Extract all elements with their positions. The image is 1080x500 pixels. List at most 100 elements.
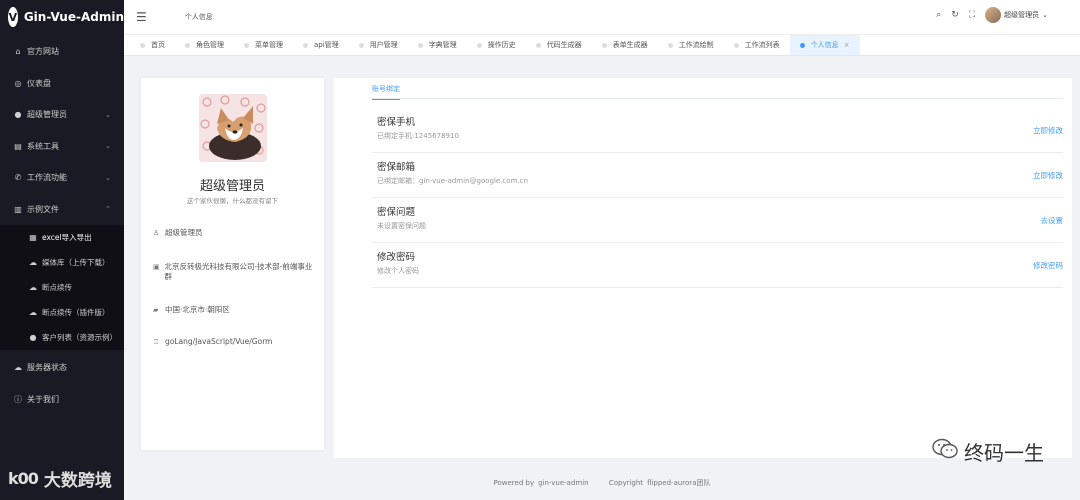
profile-skills-row: ♖ goLang/JavaScript/Vue/Gorm	[153, 337, 313, 347]
modify-phone-link[interactable]: 立即修改	[1033, 125, 1063, 136]
sidebar-item-label: 关于我们	[27, 394, 59, 404]
chevron-up-icon: ⌃	[105, 205, 111, 214]
sidebar-item-super-admin[interactable]: ● 超级管理员 ⌄	[0, 99, 124, 131]
sidebar-item-label: 官方网站	[27, 47, 59, 57]
dashboard-icon: ◎	[14, 78, 22, 88]
customer-icon: ●	[29, 333, 37, 342]
security-item-question: 密保问题 未设置密保问题 去设置	[372, 198, 1063, 243]
tab-operation-history[interactable]: 操作历史	[467, 35, 526, 55]
tab-user-management[interactable]: 用户管理	[349, 35, 408, 55]
sidebar-subitem-resume-upload-plugin[interactable]: ☁ 断点续传（插件版）	[0, 300, 124, 325]
sidebar-submenu-examples: ▦ excel导入导出 ☁ 媒体库（上传下载） ☁ 断点续传 ☁ 断点续传（插件…	[0, 225, 124, 350]
sidebar-menu-bottom: ☁ 服务器状态 ⓘ 关于我们	[0, 352, 124, 415]
profile-skills-text: goLang/JavaScript/Vue/Gorm	[165, 337, 273, 346]
tab-role-management[interactable]: 角色管理	[175, 35, 234, 55]
sidebar-item-label: excel导入导出	[42, 233, 92, 242]
sidebar-item-official-site[interactable]: ⌂ 官方网站	[0, 36, 124, 68]
change-password-link[interactable]: 修改密码	[1033, 260, 1063, 271]
profile-role-text: 超级管理员	[165, 228, 203, 237]
footer-copyright-label: Copyright	[608, 479, 644, 487]
sidebar-item-server-status[interactable]: ☁ 服务器状态	[0, 352, 124, 384]
tab-dot-icon	[185, 42, 190, 48]
security-item-phone: 密保手机 已绑定手机:1245678910 立即修改	[372, 108, 1063, 153]
profile-card: 超级管理员 这个家伙很懒，什么都没有留下 ♙ 超级管理员 ▣ 北京反转极光科技有…	[141, 78, 324, 450]
wechat-icon	[932, 438, 958, 465]
watermark-right-text: 终码一生	[964, 441, 1044, 465]
tab-dot-icon	[667, 42, 673, 48]
tab-dot-icon	[140, 42, 145, 48]
sidebar-subitem-resume-upload[interactable]: ☁ 断点续传	[0, 275, 124, 300]
tab-menu-management[interactable]: 菜单管理	[234, 35, 293, 55]
phone-icon: ✆	[14, 173, 22, 183]
fullscreen-icon[interactable]: ⛶	[969, 10, 975, 20]
security-item-desc: 已绑定邮箱：gin-vue-admin@google.com.cn	[377, 177, 528, 185]
info-icon: ⓘ	[14, 394, 22, 404]
sidebar-item-label: 断点续传（插件版）	[42, 308, 110, 317]
chevron-down-icon: ⌄	[105, 110, 111, 119]
brand[interactable]: V Gin-Vue-Admin	[0, 0, 124, 34]
corgi-avatar-image	[199, 94, 267, 162]
tab-workflow-list[interactable]: 工作流列表	[724, 35, 790, 55]
modify-email-link[interactable]: 立即修改	[1033, 170, 1063, 181]
watermark-left: k00 大数跨境	[8, 466, 112, 491]
location-icon: ▰	[153, 306, 159, 314]
tab-code-generator[interactable]: 代码生成器	[526, 35, 592, 55]
tab-workflow-draw[interactable]: 工作流绘制	[658, 35, 724, 55]
home-icon: ⌂	[15, 47, 21, 57]
sidebar-item-system-tools[interactable]: ▤ 系统工具 ⌄	[0, 131, 124, 163]
sidebar-subitem-media-library[interactable]: ☁ 媒体库（上传下载）	[0, 250, 124, 275]
history-tabs: 首页 角色管理 菜单管理 api管理 用户管理 字典管理 操作历史 代码生成器 …	[124, 34, 1080, 56]
tab-dictionary-management[interactable]: 字典管理	[408, 35, 467, 55]
sidebar-subitem-customer-list[interactable]: ● 客户列表（资源示例）	[0, 325, 124, 350]
profile-avatar[interactable]	[199, 94, 267, 162]
user-icon: ●	[14, 110, 22, 120]
security-item-password: 修改密码 修改个人密码 修改密码	[372, 243, 1063, 288]
tab-form-generator[interactable]: 表单生成器	[592, 35, 658, 55]
sidebar: V Gin-Vue-Admin ⌂ 官方网站 ◎ 仪表盘 ● 超级管理员 ⌄ ▤…	[0, 0, 124, 500]
toolbox-icon: ▤	[14, 141, 22, 151]
tab-home[interactable]: 首页	[130, 35, 175, 55]
plugin-upload-icon: ☁	[29, 308, 37, 317]
tab-api-management[interactable]: api管理	[293, 35, 349, 55]
sidebar-item-dashboard[interactable]: ◎ 仪表盘	[0, 68, 124, 100]
close-icon[interactable]: ×	[844, 41, 850, 49]
sidebar-item-workflow[interactable]: ✆ 工作流功能 ⌄	[0, 162, 124, 194]
sidebar-item-examples[interactable]: ▥ 示例文件 ⌃	[0, 194, 124, 226]
watermark-logo-icon: k00	[8, 469, 39, 488]
footer-copyright-link[interactable]: flipped-aurora团队	[647, 479, 710, 487]
profile-location-row: ▰ 中国·北京市·朝阳区	[153, 305, 313, 315]
footer-powered-label: Powered by	[493, 479, 535, 487]
sidebar-item-label: 仪表盘	[27, 78, 51, 88]
sidebar-item-label: 断点续传	[42, 283, 72, 292]
security-item-title: 密保问题	[377, 207, 416, 218]
medal-icon: ♖	[153, 338, 160, 346]
search-icon[interactable]: ⌕	[936, 10, 941, 20]
footer: Powered by gin-vue-admin Copyright flipped…	[124, 478, 1080, 488]
tab-personal-info[interactable]: 个人信息 ×	[789, 35, 860, 55]
header-actions: ⌕ ↻ ⛶ 超级管理员 ⌄	[936, 7, 1048, 23]
chevron-down-icon: ⌄	[105, 142, 111, 151]
chevron-down-icon: ⌄	[105, 173, 111, 182]
refresh-icon[interactable]: ↻	[951, 10, 959, 20]
sidebar-item-label: 系统工具	[27, 141, 59, 151]
menu-toggle-icon[interactable]: ☰	[136, 10, 147, 24]
sidebar-item-label: 服务器状态	[27, 363, 67, 373]
profile-company-row: ▣ 北京反转极光科技有限公司-技术部-前端事业群	[153, 262, 313, 282]
sidebar-item-label: 示例文件	[27, 204, 59, 214]
sidebar-item-label: 媒体库（上传下载）	[42, 258, 110, 267]
profile-name: 超级管理员	[199, 179, 265, 194]
user-dropdown[interactable]: 超级管理员 ⌄	[985, 7, 1048, 23]
profile-role-row: ♙ 超级管理员	[153, 228, 313, 238]
watermark-right: 终码一生	[932, 437, 1044, 466]
footer-powered-link[interactable]: gin-vue-admin	[538, 479, 589, 487]
sidebar-item-about[interactable]: ⓘ 关于我们	[0, 384, 124, 416]
sidebar-subitem-excel[interactable]: ▦ excel导入导出	[0, 225, 124, 250]
sidebar-menu: ⌂ 官方网站 ◎ 仪表盘 ● 超级管理员 ⌄ ▤ 系统工具 ⌄ ✆ 工作流功能 …	[0, 36, 124, 225]
set-question-link[interactable]: 去设置	[1041, 215, 1064, 226]
header-username: 超级管理员	[1004, 11, 1040, 19]
tab-dot-icon	[601, 42, 607, 48]
security-item-desc: 未设置密保问题	[377, 222, 426, 230]
folder-icon: ▥	[14, 204, 22, 214]
upload-icon: ☁	[29, 258, 37, 267]
cloud-icon: ☁	[14, 363, 22, 373]
